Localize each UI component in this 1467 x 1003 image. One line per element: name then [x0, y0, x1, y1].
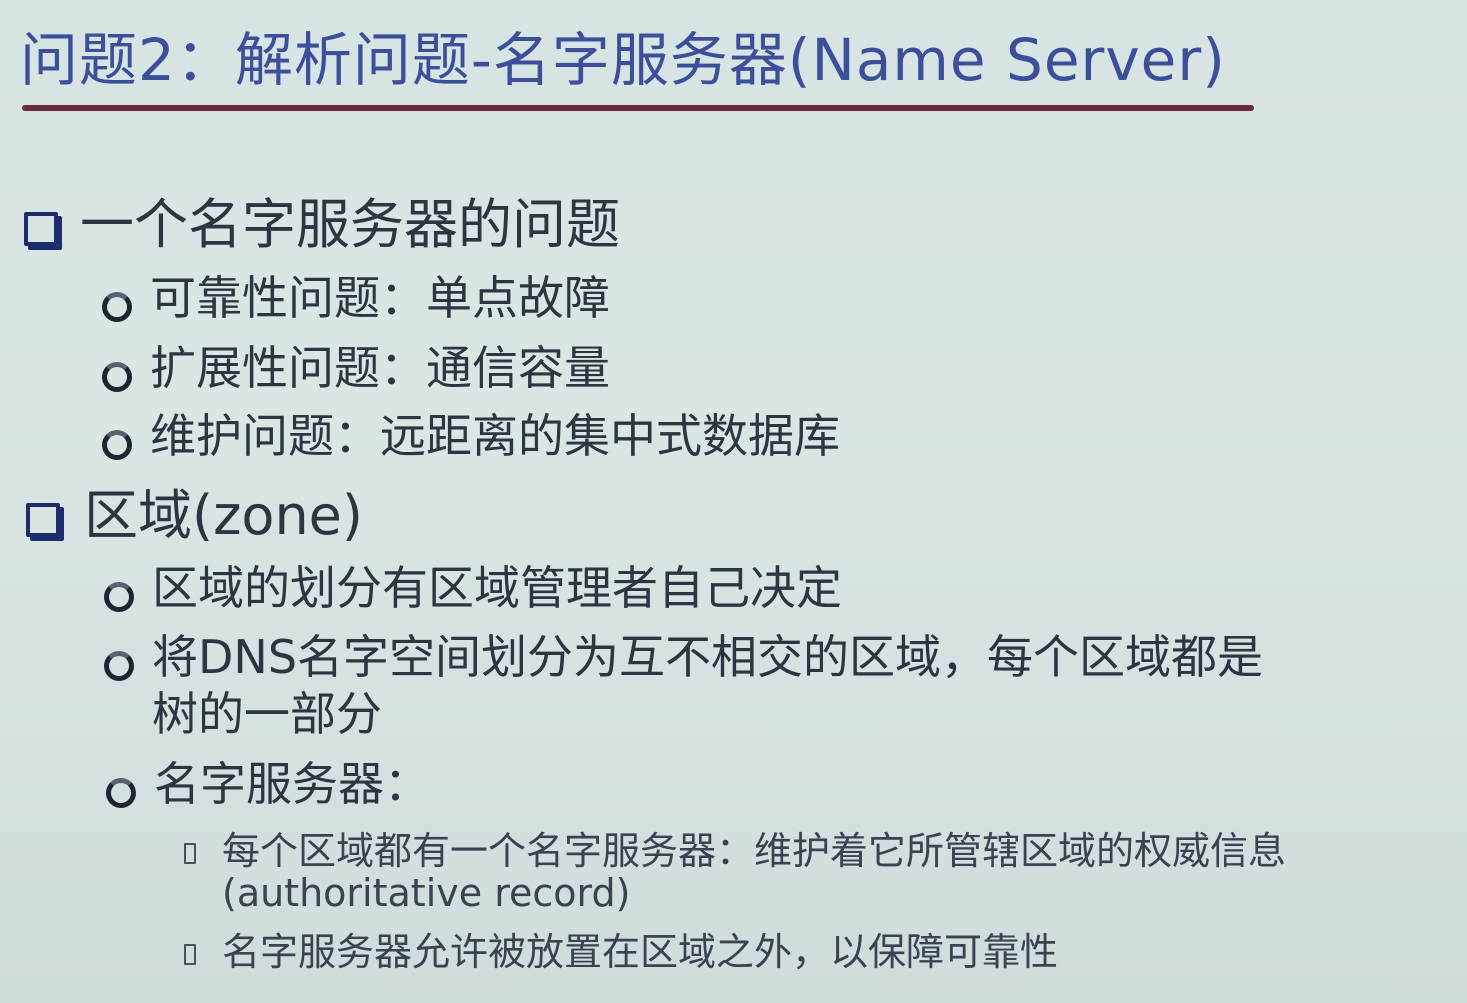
circle-bullet-icon — [102, 292, 132, 322]
list-item-zone-division: 区域的划分有区域管理者自己决定 — [152, 561, 842, 615]
section-heading-zone: 区域(zone) — [84, 484, 363, 547]
sub-item-authoritative: 每个区域都有一个名字服务器：维护着它所管辖区域的权威信息 — [222, 829, 1287, 873]
list-item-maintenance: 维护问题：远距离的集中式数据库 — [150, 409, 840, 463]
sub-item-outside-zone: 名字服务器允许被放置在区域之外，以保障可靠性 — [222, 930, 1059, 974]
list-item-dns-namespace-cont: 树的一部分 — [152, 687, 382, 741]
circle-bullet-icon — [106, 778, 136, 808]
list-item-scalability: 扩展性问题：通信容量 — [150, 341, 610, 395]
slide: 问题2：解析问题-名字服务器(Name Server) 一个名字服务器的问题 可… — [0, 0, 1467, 1003]
small-square-bullet-icon — [184, 944, 196, 965]
list-item-dns-namespace: 将DNS名字空间划分为互不相交的区域，每个区域都是 — [152, 630, 1264, 684]
section-heading-name-server-problems: 一个名字服务器的问题 — [80, 193, 620, 256]
circle-bullet-icon — [102, 430, 132, 460]
circle-bullet-icon — [104, 651, 134, 681]
slide-title: 问题2：解析问题-名字服务器(Name Server) — [20, 26, 1226, 94]
title-underline — [22, 105, 1254, 111]
square-checkbox-icon — [24, 212, 58, 246]
square-checkbox-icon — [26, 503, 60, 537]
list-item-name-server: 名字服务器： — [154, 757, 430, 811]
list-item-reliability: 可靠性问题：单点故障 — [150, 271, 610, 325]
sub-item-authoritative-record: (authoritative record) — [222, 871, 631, 915]
circle-bullet-icon — [102, 362, 132, 392]
circle-bullet-icon — [104, 582, 134, 612]
small-square-bullet-icon — [184, 843, 196, 864]
